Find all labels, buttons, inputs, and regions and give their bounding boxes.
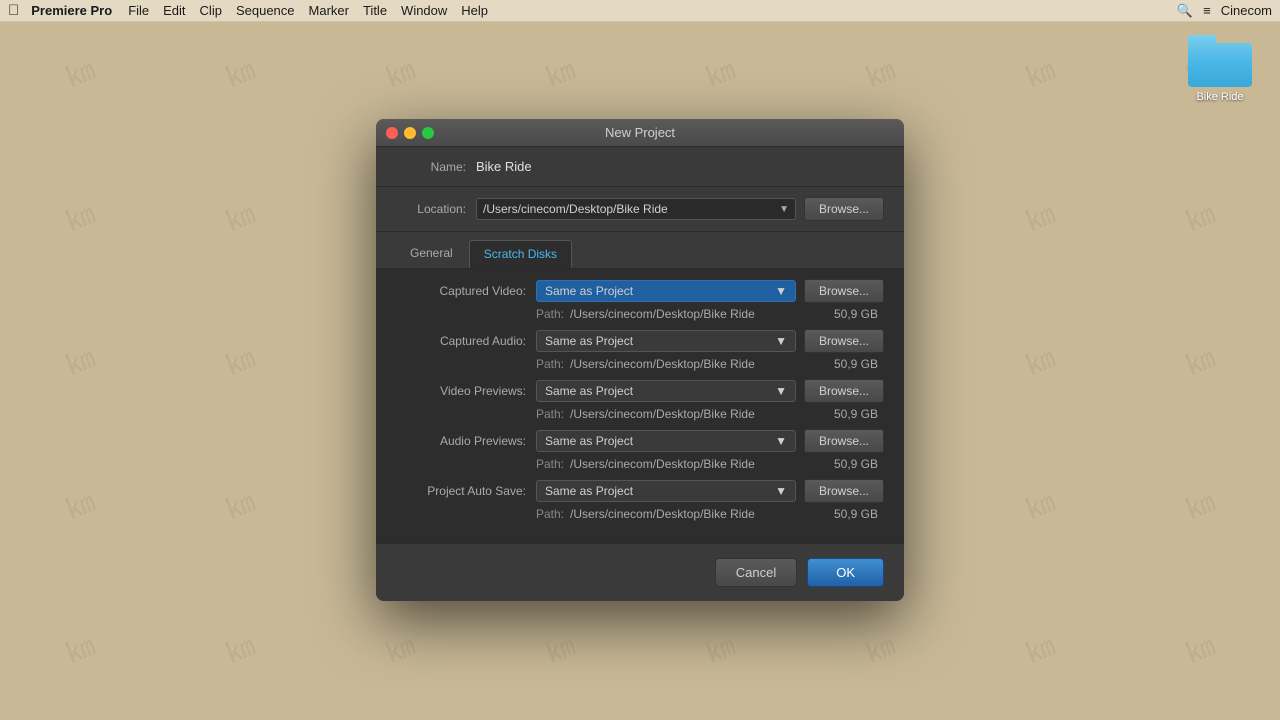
location-dropdown[interactable]: /Users/cinecom/Desktop/Bike Ride ▼ xyxy=(476,198,796,220)
captured-video-section: Captured Video: Same as Project ▼ Browse… xyxy=(396,279,884,321)
dialog-titlebar: New Project xyxy=(376,119,904,147)
captured-video-path-label: Path: xyxy=(536,307,564,321)
name-row: Name: Bike Ride xyxy=(376,147,904,187)
audio-previews-path-label: Path: xyxy=(536,457,564,471)
chevron-down-icon: ▼ xyxy=(775,334,787,348)
chevron-down-icon: ▼ xyxy=(775,384,787,398)
project-auto-save-size: 50,9 GB xyxy=(818,507,878,521)
project-auto-save-browse-button[interactable]: Browse... xyxy=(804,479,884,503)
audio-previews-path-value: /Users/cinecom/Desktop/Bike Ride xyxy=(570,457,818,471)
menu-sequence[interactable]: Sequence xyxy=(236,3,295,18)
desktop: ㎞㎞㎞㎞㎞㎞㎞㎞ ㎞㎞㎞㎞㎞㎞㎞㎞ ㎞㎞㎞㎞㎞㎞㎞㎞ ㎞㎞㎞㎞㎞㎞㎞㎞ ㎞㎞㎞㎞… xyxy=(0,0,1280,720)
project-auto-save-path-row: Path: /Users/cinecom/Desktop/Bike Ride 5… xyxy=(396,507,884,521)
captured-audio-path-row: Path: /Users/cinecom/Desktop/Bike Ride 5… xyxy=(396,357,884,371)
video-previews-section: Video Previews: Same as Project ▼ Browse… xyxy=(396,379,884,421)
tab-general[interactable]: General xyxy=(396,240,467,268)
menu-window[interactable]: Window xyxy=(401,3,447,18)
tab-scratch-disks[interactable]: Scratch Disks xyxy=(469,240,572,268)
project-auto-save-dropdown[interactable]: Same as Project ▼ xyxy=(536,480,796,502)
project-auto-save-path-label: Path: xyxy=(536,507,564,521)
menu-file[interactable]: File xyxy=(128,3,149,18)
captured-video-path-row: Path: /Users/cinecom/Desktop/Bike Ride 5… xyxy=(396,307,884,321)
menu-clip[interactable]: Clip xyxy=(200,3,222,18)
captured-audio-row: Captured Audio: Same as Project ▼ Browse… xyxy=(396,329,884,353)
window-controls xyxy=(386,127,434,139)
audio-previews-browse-button[interactable]: Browse... xyxy=(804,429,884,453)
notification-icon[interactable]: ≡ xyxy=(1203,3,1211,18)
video-previews-value: Same as Project xyxy=(545,384,633,398)
captured-video-path-value: /Users/cinecom/Desktop/Bike Ride xyxy=(570,307,818,321)
button-row: Cancel OK xyxy=(376,543,904,601)
captured-audio-browse-button[interactable]: Browse... xyxy=(804,329,884,353)
close-button[interactable] xyxy=(386,127,398,139)
location-path: /Users/cinecom/Desktop/Bike Ride xyxy=(483,202,668,216)
maximize-button[interactable] xyxy=(422,127,434,139)
dialog-overlay: New Project Name: Bike Ride Location: /U… xyxy=(0,0,1280,720)
captured-audio-label: Captured Audio: xyxy=(396,334,526,348)
captured-audio-section: Captured Audio: Same as Project ▼ Browse… xyxy=(396,329,884,371)
project-auto-save-section: Project Auto Save: Same as Project ▼ Bro… xyxy=(396,479,884,521)
chevron-down-icon: ▼ xyxy=(775,434,787,448)
brand-name: Cinecom xyxy=(1221,3,1272,18)
project-auto-save-path-value: /Users/cinecom/Desktop/Bike Ride xyxy=(570,507,818,521)
audio-previews-dropdown[interactable]: Same as Project ▼ xyxy=(536,430,796,452)
menubar-right: 🔍 ≡ Cinecom xyxy=(1177,3,1272,19)
spotlight-icon[interactable]: 🔍 xyxy=(1177,3,1193,19)
captured-audio-path-label: Path: xyxy=(536,357,564,371)
scratch-disks-content: Captured Video: Same as Project ▼ Browse… xyxy=(376,269,904,543)
audio-previews-value: Same as Project xyxy=(545,434,633,448)
captured-video-size: 50,9 GB xyxy=(818,307,878,321)
chevron-down-icon: ▼ xyxy=(775,284,787,298)
app-name[interactable]: Premiere Pro xyxy=(31,3,112,18)
captured-video-browse-button[interactable]: Browse... xyxy=(804,279,884,303)
menu-marker[interactable]: Marker xyxy=(309,3,349,18)
video-previews-dropdown[interactable]: Same as Project ▼ xyxy=(536,380,796,402)
captured-video-value: Same as Project xyxy=(545,284,633,298)
audio-previews-section: Audio Previews: Same as Project ▼ Browse… xyxy=(396,429,884,471)
location-browse-button[interactable]: Browse... xyxy=(804,197,884,221)
dialog-title: New Project xyxy=(605,125,675,140)
project-auto-save-label: Project Auto Save: xyxy=(396,484,526,498)
captured-audio-size: 50,9 GB xyxy=(818,357,878,371)
captured-audio-value: Same as Project xyxy=(545,334,633,348)
chevron-down-icon: ▼ xyxy=(775,484,787,498)
video-previews-path-value: /Users/cinecom/Desktop/Bike Ride xyxy=(570,407,818,421)
captured-audio-dropdown[interactable]: Same as Project ▼ xyxy=(536,330,796,352)
chevron-down-icon: ▼ xyxy=(779,204,789,215)
captured-video-dropdown[interactable]: Same as Project ▼ xyxy=(536,280,796,302)
project-auto-save-row: Project Auto Save: Same as Project ▼ Bro… xyxy=(396,479,884,503)
ok-button[interactable]: OK xyxy=(807,558,884,587)
name-label: Name: xyxy=(396,160,466,174)
dialog-body: Name: Bike Ride Location: /Users/cinecom… xyxy=(376,147,904,601)
video-previews-path-row: Path: /Users/cinecom/Desktop/Bike Ride 5… xyxy=(396,407,884,421)
new-project-dialog: New Project Name: Bike Ride Location: /U… xyxy=(376,119,904,601)
project-auto-save-value: Same as Project xyxy=(545,484,633,498)
cancel-button[interactable]: Cancel xyxy=(715,558,797,587)
location-row: Location: /Users/cinecom/Desktop/Bike Ri… xyxy=(376,187,904,232)
video-previews-browse-button[interactable]: Browse... xyxy=(804,379,884,403)
audio-previews-row: Audio Previews: Same as Project ▼ Browse… xyxy=(396,429,884,453)
captured-audio-path-value: /Users/cinecom/Desktop/Bike Ride xyxy=(570,357,818,371)
captured-video-row: Captured Video: Same as Project ▼ Browse… xyxy=(396,279,884,303)
audio-previews-path-row: Path: /Users/cinecom/Desktop/Bike Ride 5… xyxy=(396,457,884,471)
menu-title[interactable]: Title xyxy=(363,3,387,18)
audio-previews-size: 50,9 GB xyxy=(818,457,878,471)
video-previews-size: 50,9 GB xyxy=(818,407,878,421)
video-previews-row: Video Previews: Same as Project ▼ Browse… xyxy=(396,379,884,403)
location-label: Location: xyxy=(396,202,466,216)
captured-video-label: Captured Video: xyxy=(396,284,526,298)
audio-previews-label: Audio Previews: xyxy=(396,434,526,448)
apple-menu[interactable]:  xyxy=(8,2,19,19)
name-value: Bike Ride xyxy=(476,159,532,174)
video-previews-label: Video Previews: xyxy=(396,384,526,398)
menu-help[interactable]: Help xyxy=(461,3,488,18)
menubar:  Premiere Pro File Edit Clip Sequence M… xyxy=(0,0,1280,22)
video-previews-path-label: Path: xyxy=(536,407,564,421)
minimize-button[interactable] xyxy=(404,127,416,139)
tabs-row: General Scratch Disks xyxy=(376,232,904,269)
menu-edit[interactable]: Edit xyxy=(163,3,185,18)
